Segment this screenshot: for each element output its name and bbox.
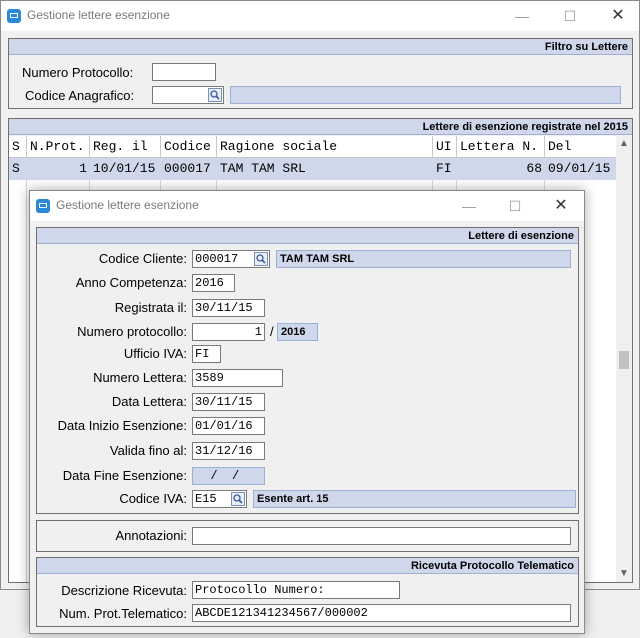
registrata-il-label: Registrata il:: [114, 300, 187, 315]
scroll-down-icon[interactable]: ▼: [616, 566, 632, 582]
codice-cliente-value: 000017: [195, 252, 239, 266]
data-inizio-esenzione-label: Data Inizio Esenzione:: [57, 418, 187, 433]
protocollo-anno-display: 2016: [277, 323, 318, 341]
dialog-title: Gestione lettere esenzione: [56, 198, 199, 212]
annotazioni-input[interactable]: [192, 527, 571, 545]
search-icon[interactable]: [231, 492, 245, 506]
data-fine-esenzione-label: Data Fine Esenzione:: [62, 468, 187, 483]
data-fine-esenzione-display: / /: [192, 467, 265, 485]
main-window-title: Gestione lettere esenzione: [27, 8, 170, 22]
search-icon[interactable]: [254, 252, 268, 266]
numero-lettera-label: Numero Lettera:: [93, 370, 187, 385]
col-header-del[interactable]: Del: [545, 136, 616, 158]
lettere-panel-header: Lettere di esenzione: [37, 228, 578, 244]
ufficio-iva-input[interactable]: FI: [192, 345, 221, 363]
app-icon: [7, 9, 21, 23]
list-panel-header: Lettere di esenzione registrate nel 2015: [9, 119, 632, 135]
maximize-icon[interactable]: ☐: [547, 1, 593, 31]
filter-panel: Filtro su Lettere Numero Protocollo: Cod…: [8, 38, 633, 109]
ricevuta-panel-header: Ricevuta Protocollo Telematico: [37, 558, 578, 574]
scroll-thumb[interactable]: [619, 351, 629, 369]
numero-lettera-input[interactable]: 3589: [192, 369, 283, 387]
codice-iva-desc-display: Esente art. 15: [253, 490, 576, 508]
minimize-icon[interactable]: —: [499, 1, 545, 31]
cell-codice: 000017: [164, 161, 211, 176]
codice-cliente-label: Codice Cliente:: [98, 251, 187, 266]
cliente-nome-display: TAM TAM SRL: [276, 250, 571, 268]
cell-lettera: 68: [526, 161, 542, 176]
close-icon[interactable]: ✕: [595, 1, 640, 31]
dialog-titlebar[interactable]: Gestione lettere esenzione — ☐ ✕: [30, 191, 584, 221]
scroll-up-icon[interactable]: ▲: [616, 136, 632, 152]
col-header-nprot[interactable]: N.Prot.: [27, 136, 90, 158]
list-scrollbar[interactable]: ▲ ▼: [616, 136, 632, 582]
col-header-codice[interactable]: Codice: [161, 136, 217, 158]
protocollo-separator: /: [270, 324, 274, 339]
lettere-panel: Lettere di esenzione Codice Cliente: 000…: [36, 227, 579, 514]
col-header-lettera[interactable]: Lettera N.: [457, 136, 545, 158]
grid-divider: [26, 180, 27, 582]
codice-iva-label: Codice IVA:: [119, 491, 187, 506]
registrata-il-input[interactable]: 30/11/15: [192, 299, 265, 317]
cell-ui: FI: [436, 161, 452, 176]
codice-anagrafico-filter-label: Codice Anagrafico:: [25, 88, 135, 103]
maximize-icon[interactable]: ☐: [492, 191, 538, 221]
annotazioni-panel: Annotazioni:: [36, 520, 579, 552]
search-icon[interactable]: [208, 88, 222, 102]
num-prot-telematico-input[interactable]: ABCDE121341234567/000002: [192, 604, 571, 622]
valida-fino-input[interactable]: 31/12/16: [192, 442, 265, 460]
codice-cliente-input[interactable]: 000017: [192, 250, 270, 268]
anno-competenza-label: Anno Competenza:: [75, 275, 187, 290]
col-header-ragione[interactable]: Ragione sociale: [217, 136, 433, 158]
codice-anagrafico-filter-input[interactable]: [152, 86, 224, 104]
codice-iva-input[interactable]: E15: [192, 490, 247, 508]
ufficio-iva-label: Ufficio IVA:: [123, 346, 187, 361]
ragione-sociale-filter-display: [230, 86, 621, 104]
table-row[interactable]: S 1 10/01/15 000017 TAM TAM SRL FI 68 09…: [9, 158, 616, 180]
minimize-icon[interactable]: —: [446, 191, 492, 221]
cell-reg: 10/01/15: [93, 161, 156, 176]
cell-del: 09/01/15: [548, 161, 611, 176]
dialog-window: Gestione lettere esenzione — ☐ ✕ Lettere…: [29, 190, 585, 634]
cell-ragione: TAM TAM SRL: [220, 161, 306, 176]
num-prot-telematico-label: Num. Prot.Telematico:: [59, 606, 187, 621]
valida-fino-label: Valida fino al:: [109, 443, 187, 458]
col-header-s[interactable]: S: [9, 136, 27, 158]
numero-protocollo-input[interactable]: 1: [192, 323, 265, 341]
data-lettera-input[interactable]: 30/11/15: [192, 393, 265, 411]
data-inizio-esenzione-input[interactable]: 01/01/16: [192, 417, 265, 435]
filter-panel-header: Filtro su Lettere: [9, 39, 632, 55]
codice-iva-value: E15: [195, 492, 217, 506]
ricevuta-panel: Ricevuta Protocollo Telematico Descrizio…: [36, 557, 579, 627]
cell-s: S: [12, 161, 20, 176]
numero-protocollo-filter-label: Numero Protocollo:: [22, 65, 134, 80]
anno-competenza-input[interactable]: 2016: [192, 274, 235, 292]
cell-nprot: 1: [79, 161, 87, 176]
app-icon: [36, 199, 50, 213]
annotazioni-label: Annotazioni:: [115, 528, 187, 543]
numero-protocollo-label: Numero protocollo:: [77, 324, 187, 339]
col-header-reg[interactable]: Reg. il: [90, 136, 161, 158]
descrizione-ricevuta-input[interactable]: Protocollo Numero:: [192, 581, 400, 599]
close-icon[interactable]: ✕: [538, 191, 584, 221]
main-titlebar[interactable]: Gestione lettere esenzione — ☐ ✕: [1, 1, 639, 31]
col-header-ui[interactable]: UI: [433, 136, 457, 158]
descrizione-ricevuta-label: Descrizione Ricevuta:: [61, 583, 187, 598]
numero-protocollo-filter-input[interactable]: [152, 63, 216, 81]
data-lettera-label: Data Lettera:: [111, 394, 187, 409]
